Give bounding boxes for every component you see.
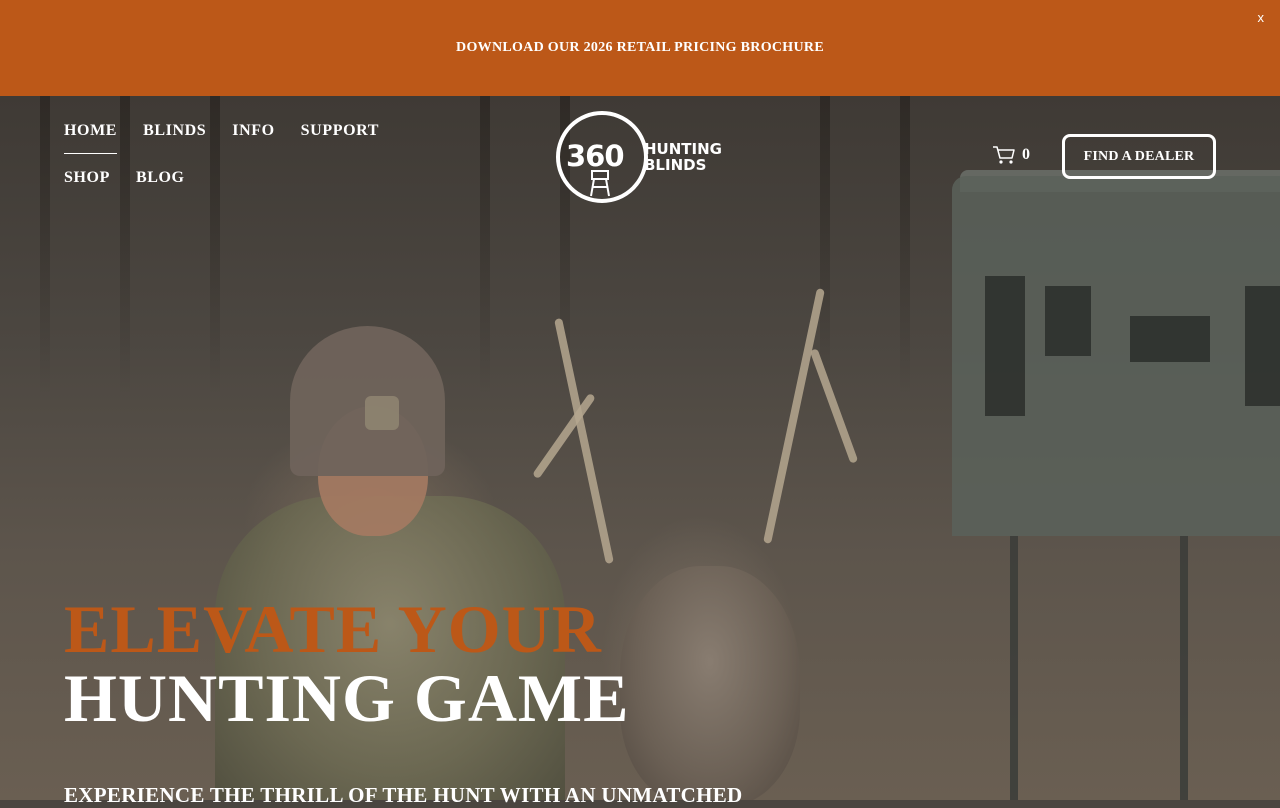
cart-button[interactable]: 0: [992, 145, 1030, 165]
announcement-bar: DOWNLOAD OUR 2026 RETAIL PRICING BROCHUR…: [0, 0, 1280, 96]
close-icon[interactable]: x: [1258, 10, 1265, 25]
nav-item-home[interactable]: HOME: [64, 122, 118, 169]
logo-line-1: HUNTING: [644, 140, 722, 158]
logo-line-2: BLINDS: [644, 156, 707, 174]
nav-item-shop[interactable]: SHOP: [64, 169, 110, 216]
cart-icon: [993, 146, 1015, 164]
nav-item-blog[interactable]: BLOG: [136, 169, 185, 216]
cart-count: 0: [1022, 146, 1030, 163]
hero-subtext: EXPERIENCE THE THRILL OF THE HUNT WITH A…: [64, 783, 743, 807]
logo-number: 360: [566, 139, 625, 173]
site-logo[interactable]: 360 HUNTING BLINDS: [556, 111, 731, 203]
nav-item-support[interactable]: SUPPORT: [301, 122, 379, 169]
nav-item-blinds[interactable]: BLINDS: [143, 122, 206, 169]
hero-headline-accent: ELEVATE YOUR: [64, 591, 602, 667]
tower-icon: [590, 170, 610, 197]
find-a-dealer-button[interactable]: FIND A DEALER: [1062, 134, 1216, 179]
nav-item-info[interactable]: INFO: [232, 122, 274, 169]
main-nav: HOME BLINDS INFO SUPPORT SHOP BLOG: [64, 122, 424, 216]
brochure-download-link[interactable]: DOWNLOAD OUR 2026 RETAIL PRICING BROCHUR…: [456, 40, 824, 56]
hero-headline-main: HUNTING GAME: [64, 660, 630, 736]
logo-wordmark: HUNTING BLINDS: [644, 141, 722, 173]
